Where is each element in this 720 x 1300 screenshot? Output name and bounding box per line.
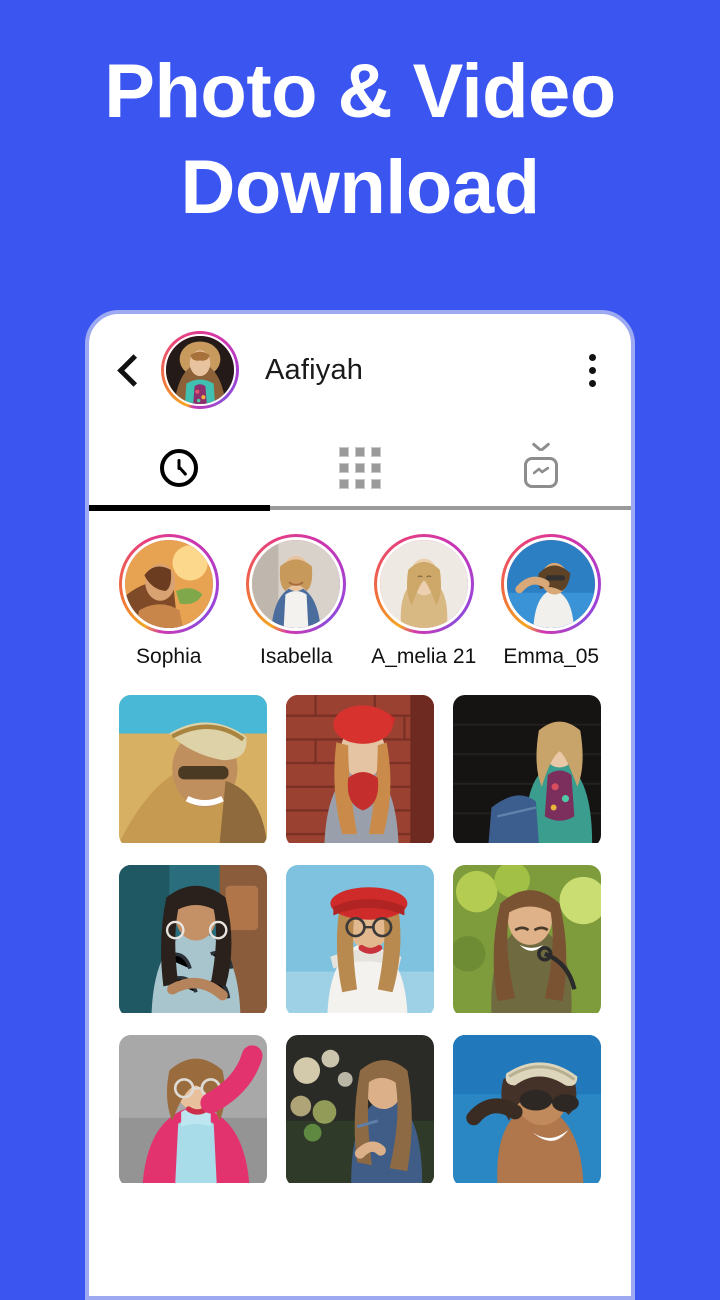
story-thumbnail xyxy=(121,537,216,631)
back-button[interactable] xyxy=(111,348,150,392)
tab-rail xyxy=(89,505,631,511)
avatar xyxy=(164,334,236,406)
page-title: Photo & Video Download xyxy=(104,49,616,230)
avatar-image xyxy=(166,336,234,404)
kebab-dot xyxy=(588,379,596,387)
tab-posts[interactable] xyxy=(270,426,451,510)
tab-bar xyxy=(89,426,631,511)
kebab-dot xyxy=(588,353,596,361)
story-ring xyxy=(118,534,219,634)
igtv-icon xyxy=(523,442,558,488)
tab-igtv[interactable] xyxy=(450,426,631,510)
app-header: Aafiyah xyxy=(89,314,631,426)
story-label: Isabella xyxy=(260,645,333,668)
story-label: Emma_05 xyxy=(503,645,600,668)
story-thumbnail xyxy=(249,537,344,631)
story-ring xyxy=(501,534,602,634)
tab-recent[interactable] xyxy=(89,426,270,510)
photo-tile[interactable] xyxy=(453,695,601,847)
stories-row: Sophia Isabella A_melia 21 Emma_05 xyxy=(89,510,631,669)
grid-icon xyxy=(339,447,381,489)
story-ring xyxy=(373,534,474,634)
photo-tile[interactable] xyxy=(453,865,601,1017)
story-ring xyxy=(246,534,347,634)
story-thumbnail xyxy=(504,537,599,631)
clock-icon xyxy=(160,449,199,487)
phone-mockup: Aafiyah Sophia Isabella A_melia 21 Emma_… xyxy=(85,310,635,1300)
kebab-dot xyxy=(588,366,596,374)
photo-tile[interactable] xyxy=(119,865,267,1017)
story-thumbnail xyxy=(376,537,471,631)
photo-tile[interactable] xyxy=(286,695,434,847)
tab-active-underline xyxy=(89,505,270,511)
story-item[interactable]: A_melia 21 xyxy=(368,534,480,669)
profile-avatar[interactable] xyxy=(161,331,239,409)
back-chevron-icon xyxy=(116,353,150,387)
profile-username: Aafiyah xyxy=(265,353,364,386)
photo-tile[interactable] xyxy=(119,1035,267,1187)
story-item[interactable]: Isabella xyxy=(241,534,353,669)
igtv-bolt-glyph xyxy=(532,467,549,475)
photo-tile[interactable] xyxy=(119,695,267,847)
story-item[interactable]: Emma_05 xyxy=(496,534,608,669)
story-label: Sophia xyxy=(136,645,202,668)
photo-tile[interactable] xyxy=(286,1035,434,1187)
story-label: A_melia 21 xyxy=(371,645,477,668)
photo-tile[interactable] xyxy=(453,1035,601,1187)
photo-grid xyxy=(89,669,631,1187)
story-item[interactable]: Sophia xyxy=(113,534,225,669)
kebab-menu-icon[interactable] xyxy=(579,348,605,392)
photo-tile[interactable] xyxy=(286,865,434,1017)
